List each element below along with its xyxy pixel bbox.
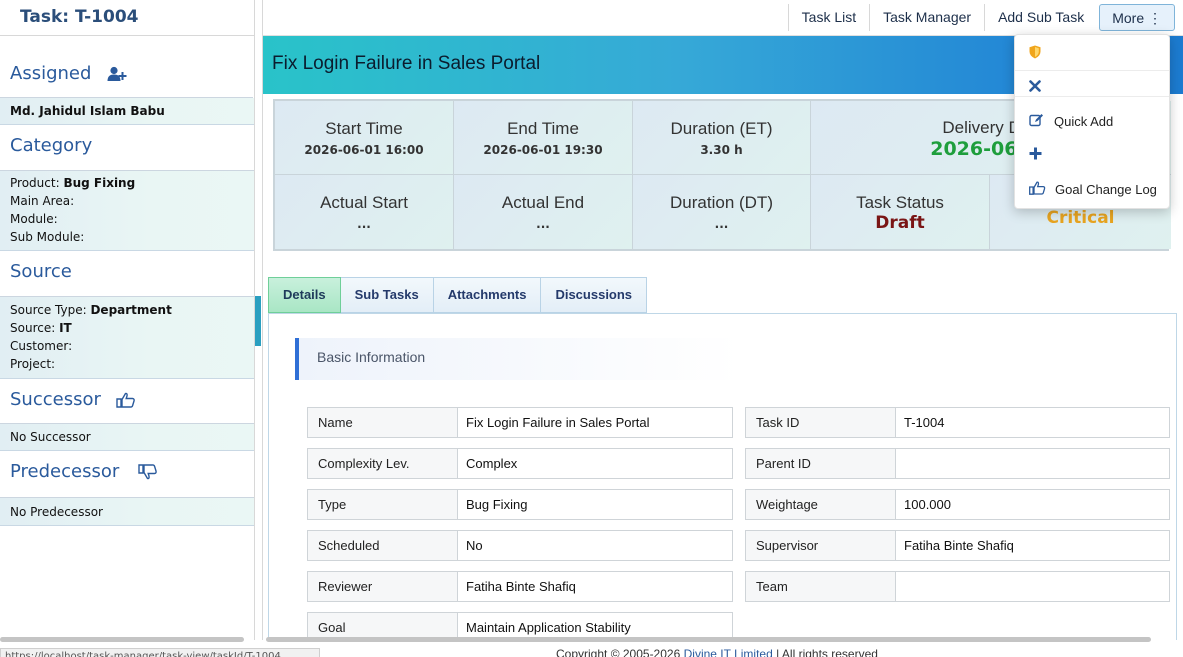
predecessor-body: No Predecessor	[0, 498, 254, 526]
edit-icon	[1029, 113, 1049, 130]
product-row: Product: Bug Fixing	[10, 176, 136, 190]
goal-change-log-menu-item[interactable]: Goal Change Log	[1029, 181, 1157, 198]
successor-heading: Successor	[10, 389, 101, 410]
goal-change-log-label: Goal Change Log	[1055, 182, 1157, 197]
actual-start-value: ...	[357, 217, 371, 231]
successor-body: No Successor	[0, 424, 254, 451]
predecessor-section-title: Predecessor	[0, 451, 254, 498]
shield-menu-item[interactable]	[1029, 45, 1049, 62]
successor-section-title: Successor	[0, 379, 254, 424]
field-weightage: Weightage 100.000	[745, 489, 1170, 520]
close-icon	[1029, 80, 1049, 95]
add-menu-item[interactable]	[1029, 147, 1049, 163]
category-heading: Category	[10, 135, 93, 156]
basic-information-heading: Basic Information	[295, 338, 740, 380]
category-body: Product: Bug Fixing Main Area: Module: S…	[0, 171, 254, 251]
source-body: Source Type: Department Source: IT Custo…	[0, 297, 254, 379]
source-heading: Source	[10, 261, 72, 282]
task-list-link[interactable]: Task List	[787, 4, 869, 31]
actual-start-cell: Actual Start ...	[275, 175, 454, 249]
customer-row: Customer:	[10, 339, 73, 353]
duration-dt-cell: Duration (DT) ...	[633, 175, 811, 249]
top-navigation: Task List Task Manager Add Sub Task More…	[262, 0, 1183, 36]
source-section-title: Source	[0, 251, 254, 297]
page-footer: https://localhost/task-manager/task-view…	[0, 646, 1183, 657]
task-title: Fix Login Failure in Sales Portal	[272, 53, 541, 74]
thumbs-down-icon[interactable]	[138, 464, 158, 484]
start-time-cell: Start Time 2026-06-01 16:00	[275, 101, 454, 175]
task-manager-link[interactable]: Task Manager	[869, 4, 984, 31]
assigned-user-name: Md. Jahidul Islam Babu	[10, 104, 165, 118]
company-link[interactable]: Divine IT Limited	[684, 647, 773, 657]
tab-discussions[interactable]: Discussions	[541, 277, 648, 313]
duration-et-cell: Duration (ET) 3.30 h	[633, 101, 811, 175]
field-task-id: Task ID T-1004	[745, 407, 1170, 438]
module-row: Module:	[10, 212, 58, 226]
task-sidebar: Task: T-1004 Assigned Md. Jahidul Islam …	[0, 0, 255, 640]
start-time-value: 2026-06-01 16:00	[304, 143, 424, 157]
shield-icon	[1029, 45, 1049, 62]
sub-module-row: Sub Module:	[10, 230, 85, 244]
main-area-row: Main Area:	[10, 194, 75, 208]
duration-et-value: 3.30 h	[700, 143, 743, 157]
successor-value: No Successor	[10, 430, 91, 444]
end-time-value: 2026-06-01 19:30	[483, 143, 603, 157]
field-scheduled: Scheduled No	[307, 530, 733, 561]
assigned-heading: Assigned	[10, 63, 92, 84]
tab-attachments[interactable]: Attachments	[433, 277, 542, 313]
add-sub-task-link[interactable]: Add Sub Task	[984, 4, 1097, 31]
status-bar-url: https://localhost/task-manager/task-view…	[0, 648, 320, 657]
more-menu-button[interactable]: More ⋮	[1099, 4, 1175, 31]
field-complexity: Complexity Lev. Complex	[307, 448, 733, 479]
duration-dt-value: ...	[714, 217, 729, 231]
field-supervisor: Supervisor Fatiha Binte Shafiq	[745, 530, 1170, 561]
source-type-row: Source Type: Department	[10, 303, 172, 317]
field-parent-id: Parent ID	[745, 448, 1170, 479]
details-tab-panel: Basic Information Name Fix Login Failure …	[268, 313, 1177, 640]
actual-end-cell: Actual End ...	[454, 175, 633, 249]
add-user-icon[interactable]	[107, 66, 127, 86]
predecessor-heading: Predecessor	[10, 461, 120, 482]
task-status-value: Draft	[875, 213, 925, 233]
sidebar-scroll-indicator[interactable]	[255, 296, 261, 346]
main-horizontal-scrollbar[interactable]	[266, 637, 1151, 642]
field-team: Team	[745, 571, 1170, 602]
field-name: Name Fix Login Failure in Sales Portal	[307, 407, 733, 438]
tab-details[interactable]: Details	[268, 277, 341, 313]
category-section-title: Category	[0, 125, 254, 171]
project-row: Project:	[10, 357, 56, 371]
predecessor-value: No Predecessor	[10, 505, 103, 519]
source-row: Source: IT	[10, 321, 72, 335]
assigned-body: Md. Jahidul Islam Babu	[0, 98, 254, 125]
field-type: Type Bug Fixing	[307, 489, 733, 520]
sidebar-horizontal-scrollbar[interactable]	[0, 637, 244, 642]
plus-icon	[1029, 147, 1049, 163]
task-status-cell: Task Status Draft	[811, 175, 990, 249]
quick-add-menu-item[interactable]: Quick Add	[1029, 113, 1113, 130]
task-header: Task: T-1004	[0, 0, 254, 36]
task-tabs: Details Sub Tasks Attachments Discussion…	[268, 277, 648, 313]
assigned-section-title: Assigned	[0, 36, 254, 98]
field-goal: Goal Maintain Application Stability	[307, 612, 733, 640]
copyright-text: Copyright © 2005-2026 Divine IT Limited …	[556, 647, 878, 657]
field-reviewer: Reviewer Fatiha Binte Shafiq	[307, 571, 733, 602]
more-dropdown-menu: Quick Add Goal Change Log	[1014, 34, 1170, 209]
end-time-cell: End Time 2026-06-01 19:30	[454, 101, 633, 175]
close-menu-item[interactable]	[1029, 80, 1049, 95]
thumbs-up-icon[interactable]	[116, 392, 136, 412]
actual-end-value: ...	[536, 217, 550, 231]
thumbs-up-icon	[1029, 181, 1049, 198]
quick-add-label: Quick Add	[1054, 114, 1114, 129]
tab-sub-tasks[interactable]: Sub Tasks	[340, 277, 434, 313]
priority-value: Critical	[1046, 208, 1115, 228]
task-id-title: Task: T-1004	[20, 7, 139, 27]
